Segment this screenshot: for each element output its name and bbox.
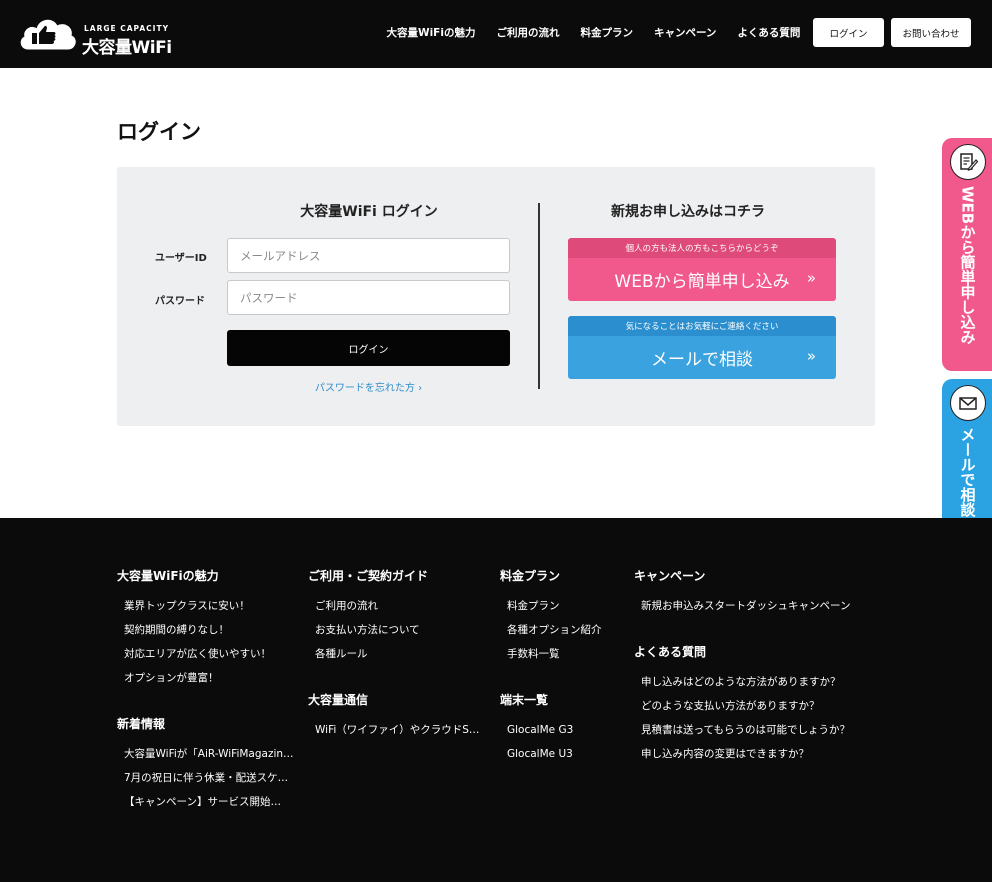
footer-link[interactable]: 見積書は送ってもらうのは可能でしょうか？ (634, 723, 850, 737)
footer-link[interactable]: WiFi（ワイファイ）やクラウドS… (308, 723, 479, 737)
footer-link[interactable]: 各種オプション紹介 (500, 623, 602, 637)
forgot-password-link[interactable]: パスワードを忘れた方 › (227, 379, 510, 394)
footer-col-news: 新着情報 大容量WiFiが「AiR-WiFiMagazin… 7月の祝日に伴う休… (117, 715, 294, 809)
footer-link[interactable]: GlocalMe U3 (500, 747, 573, 761)
nav-appeal[interactable]: 大容量WiFiの魅力 (376, 25, 486, 40)
footer-col-campaign: キャンペーン 新規お申込みスタートダッシュキャンペーン (634, 567, 850, 613)
cloud-thumbs-up-icon (20, 19, 76, 50)
mail-consult-body: メールで相談 » (568, 336, 836, 379)
footer-heading-appeal: 大容量WiFiの魅力 (117, 569, 219, 583)
footer-col-appeal: 大容量WiFiの魅力 業界トップクラスに安い！ 契約期間の縛りなし！ 対応エリア… (117, 567, 271, 685)
footer-col-devices: 端末一覧 GlocalMe G3 GlocalMe U3 (500, 691, 573, 761)
panel-divider (538, 203, 540, 389)
footer-link[interactable]: 対応エリアが広く使いやすい！ (117, 647, 271, 661)
page-title: ログイン (117, 120, 201, 144)
footer-heading-faq: よくある質問 (634, 645, 707, 659)
site-header: LARGE CAPACITY 大容量WiFi 大容量WiFiの魅力 ご利用の流れ… (0, 0, 992, 68)
footer-link[interactable]: 申し込みはどのような方法がありますか？ (634, 675, 850, 689)
nav-campaign[interactable]: キャンペーン (643, 25, 726, 40)
footer-link[interactable]: 契約期間の縛りなし！ (117, 623, 271, 637)
footer-news-link[interactable]: 大容量WiFiが「AiR-WiFiMagazin… (117, 747, 294, 761)
side-tab-mail-consult[interactable]: メールで相談 (942, 379, 992, 534)
footer-link[interactable]: 各種ルール (308, 647, 428, 661)
form-pencil-icon (950, 144, 986, 180)
side-tab-web-signup[interactable]: WEBから簡単申し込み (942, 138, 992, 371)
footer-link[interactable]: 申し込み内容の変更はできますか？ (634, 747, 850, 761)
footer-heading-pricing: 料金プラン (500, 569, 561, 583)
login-button[interactable]: ログイン (227, 330, 510, 366)
side-tab-mail-label: メールで相談 (958, 427, 977, 517)
footer-heading-guide: ご利用・ご契約ガイド (308, 569, 429, 583)
envelope-icon (950, 385, 986, 421)
password-label: パスワード (155, 296, 205, 307)
footer-col-pricing: 料金プラン 料金プラン 各種オプション紹介 手数料一覧 (500, 567, 602, 661)
double-chevron-right-icon: » (806, 269, 816, 287)
footer-link[interactable]: 新規お申込みスタートダッシュキャンペーン (634, 599, 850, 613)
logo-tagline: LARGE CAPACITY (84, 24, 170, 33)
footer-link[interactable]: どのような支払い方法がありますか？ (634, 699, 850, 713)
mail-consult-button[interactable]: 気になることはお気軽にご連絡ください メールで相談 » (568, 316, 836, 379)
web-signup-subtext: 個人の方も法人の方もこちらからどうぞ (568, 238, 836, 258)
footer-link[interactable]: GlocalMe G3 (500, 723, 573, 737)
user-id-input[interactable] (227, 238, 510, 273)
logo-text: 大容量WiFi (82, 38, 172, 58)
nav-faq[interactable]: よくある質問 (727, 25, 811, 40)
double-chevron-right-icon: » (806, 347, 816, 365)
mail-consult-subtext: 気になることはお気軽にご連絡ください (568, 316, 836, 336)
footer-col-guide: ご利用・ご契約ガイド ご利用の流れ お支払い方法について 各種ルール (308, 567, 428, 661)
side-tab-web-label: WEBから簡単申し込み (958, 186, 977, 345)
nav-pricing[interactable]: 料金プラン (570, 25, 644, 40)
mail-consult-label: メールで相談 (651, 350, 753, 370)
login-panel: 大容量WiFi ログイン ユーザーID パスワード ログイン パスワードを忘れた… (117, 167, 875, 426)
header-login-button[interactable]: ログイン (813, 18, 884, 47)
footer-news-link[interactable]: 【キャンペーン】サービス開始… (117, 795, 294, 809)
password-input[interactable] (227, 280, 510, 315)
footer-heading-bandwidth: 大容量通信 (308, 693, 369, 707)
footer-link[interactable]: オプションが豊富！ (117, 671, 271, 685)
footer-col-bandwidth: 大容量通信 WiFi（ワイファイ）やクラウドS… (308, 691, 479, 737)
user-id-label: ユーザーID (155, 253, 207, 264)
header-contact-button[interactable]: お問い合わせ (891, 18, 971, 47)
web-signup-button[interactable]: 個人の方も法人の方もこちらからどうぞ WEBから簡単申し込み » (568, 238, 836, 301)
signup-heading: 新規お申し込みはコチラ (611, 204, 765, 220)
footer-heading-devices: 端末一覧 (500, 693, 549, 707)
footer-col-faq: よくある質問 申し込みはどのような方法がありますか？ どのような支払い方法があり… (634, 643, 850, 761)
site-footer: 大容量WiFiの魅力 業界トップクラスに安い！ 契約期間の縛りなし！ 対応エリア… (0, 518, 992, 882)
footer-link[interactable]: 料金プラン (500, 599, 602, 613)
footer-link[interactable]: ご利用の流れ (308, 599, 428, 613)
footer-link[interactable]: 手数料一覧 (500, 647, 602, 661)
main-nav: 大容量WiFiの魅力 ご利用の流れ 料金プラン キャンペーン よくある質問 (376, 25, 811, 40)
footer-heading-news: 新着情報 (117, 717, 166, 731)
site-logo[interactable]: LARGE CAPACITY 大容量WiFi (18, 13, 172, 58)
footer-link[interactable]: お支払い方法について (308, 623, 428, 637)
nav-flow[interactable]: ご利用の流れ (486, 25, 570, 40)
footer-link[interactable]: 業界トップクラスに安い！ (117, 599, 271, 613)
web-signup-body: WEBから簡単申し込み » (568, 258, 836, 301)
page: LARGE CAPACITY 大容量WiFi 大容量WiFiの魅力 ご利用の流れ… (0, 0, 992, 882)
web-signup-label: WEBから簡単申し込み (614, 272, 790, 292)
footer-news-link[interactable]: 7月の祝日に伴う休業・配送スケ… (117, 771, 294, 785)
footer-heading-campaign: キャンペーン (634, 569, 706, 583)
